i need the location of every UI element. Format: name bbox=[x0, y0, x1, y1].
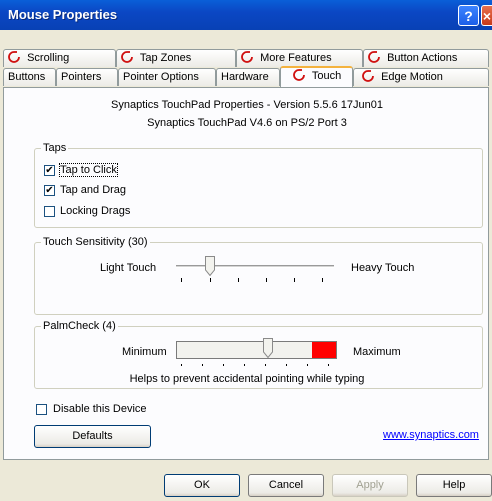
tab-label: Tap Zones bbox=[139, 52, 192, 64]
tab-edge-motion[interactable]: Edge Motion bbox=[353, 68, 489, 86]
title-bar[interactable]: Mouse Properties ? × bbox=[0, 0, 492, 30]
palmcheck-level-fill bbox=[312, 342, 336, 358]
tap-and-drag-checkbox[interactable]: ✔ bbox=[44, 185, 55, 196]
light-touch-label: Light Touch bbox=[100, 262, 157, 274]
slider-tick bbox=[223, 364, 224, 366]
slider-tick bbox=[244, 364, 245, 366]
tab-hardware[interactable]: Hardware bbox=[216, 68, 280, 86]
slider-tick bbox=[322, 278, 323, 282]
version-line-1: Synaptics TouchPad Properties - Version … bbox=[111, 99, 383, 111]
tab-buttons[interactable]: Buttons bbox=[3, 68, 56, 86]
synaptics-icon bbox=[241, 51, 253, 63]
tap-to-click-label[interactable]: Tap to Click bbox=[59, 163, 118, 177]
synaptics-icon bbox=[362, 70, 374, 82]
tab-label: Touch bbox=[311, 70, 342, 82]
slider-tick bbox=[328, 364, 329, 366]
help-button[interactable]: Help bbox=[416, 474, 492, 497]
slider-tick bbox=[307, 364, 308, 366]
slider-tick bbox=[286, 364, 287, 366]
tap-and-drag-label[interactable]: Tap and Drag bbox=[60, 184, 126, 196]
touch-sensitivity-label: Touch Sensitivity (30) bbox=[41, 236, 150, 248]
apply-button[interactable]: Apply bbox=[332, 474, 408, 497]
tab-label: Pointers bbox=[61, 71, 102, 83]
synaptics-icon bbox=[293, 69, 305, 81]
touch-sensitivity-group: Touch Sensitivity (30) bbox=[34, 236, 483, 315]
tap-to-click-checkbox[interactable]: ✔ bbox=[44, 165, 55, 176]
locking-drags-checkbox[interactable] bbox=[44, 206, 55, 217]
close-icon[interactable]: × bbox=[481, 5, 492, 26]
heavy-touch-label: Heavy Touch bbox=[351, 262, 415, 274]
disable-device-label[interactable]: Disable this Device bbox=[53, 403, 147, 415]
locking-drags-label[interactable]: Locking Drags bbox=[60, 205, 130, 217]
slider-tick bbox=[238, 278, 239, 282]
disable-device-checkbox[interactable] bbox=[36, 404, 47, 415]
tab-scrolling[interactable]: Scrolling bbox=[3, 49, 116, 67]
tab-label: Buttons bbox=[8, 71, 46, 83]
slider-track bbox=[176, 265, 334, 268]
tab-label: Edge Motion bbox=[381, 71, 443, 83]
tab-label: Hardware bbox=[221, 71, 269, 83]
slider-thumb[interactable] bbox=[205, 256, 215, 276]
slider-tick bbox=[294, 278, 295, 282]
ok-button[interactable]: OK bbox=[164, 474, 240, 497]
cancel-button[interactable]: Cancel bbox=[248, 474, 324, 497]
tab-label: Scrolling bbox=[27, 52, 70, 64]
touch-panel: Synaptics TouchPad Properties - Version … bbox=[3, 87, 489, 460]
slider-tick bbox=[202, 364, 203, 366]
slider-tick bbox=[181, 364, 182, 366]
slider-tick bbox=[210, 278, 211, 282]
synaptics-icon bbox=[121, 51, 133, 63]
version-line-2: Synaptics TouchPad V4.6 on PS/2 Port 3 bbox=[147, 117, 347, 129]
palmcheck-label: PalmCheck (4) bbox=[41, 320, 118, 332]
tab-button-actions[interactable]: Button Actions bbox=[363, 49, 489, 67]
tab-label: More Features bbox=[260, 52, 332, 64]
window-title: Mouse Properties bbox=[8, 7, 118, 22]
defaults-button[interactable]: Defaults bbox=[34, 425, 151, 448]
palmcheck-maximum-label: Maximum bbox=[353, 346, 401, 358]
slider-tick bbox=[181, 278, 182, 282]
palmcheck-hint: Helps to prevent accidental pointing whi… bbox=[129, 373, 365, 385]
tab-tap-zones[interactable]: Tap Zones bbox=[116, 49, 236, 67]
tab-more-features[interactable]: More Features bbox=[236, 49, 363, 67]
slider-tick bbox=[266, 278, 267, 282]
tab-touch[interactable]: Touch bbox=[280, 66, 353, 87]
help-icon[interactable]: ? bbox=[458, 5, 479, 26]
slider-tick bbox=[265, 364, 266, 366]
palmcheck-minimum-label: Minimum bbox=[122, 346, 167, 358]
tab-label: Button Actions bbox=[387, 52, 458, 64]
synaptics-icon bbox=[368, 51, 380, 63]
taps-group-label: Taps bbox=[41, 142, 69, 154]
synaptics-icon bbox=[8, 51, 20, 63]
synaptics-link[interactable]: www.synaptics.com bbox=[383, 429, 479, 441]
tab-label: Pointer Options bbox=[123, 71, 199, 83]
palmcheck-thumb[interactable] bbox=[263, 338, 273, 358]
tab-pointer-options[interactable]: Pointer Options bbox=[118, 68, 216, 86]
tab-pointers[interactable]: Pointers bbox=[56, 68, 118, 86]
